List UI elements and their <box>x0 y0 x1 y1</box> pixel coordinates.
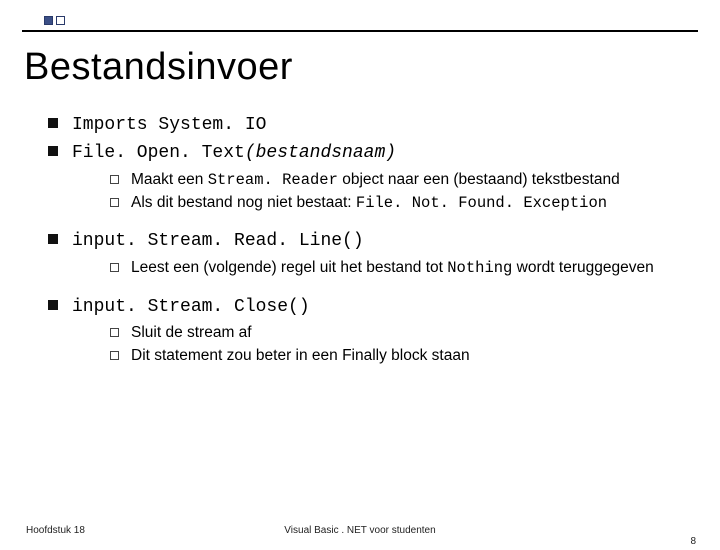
sub-bullet-text: Leest een (volgende) regel uit het besta… <box>131 258 682 279</box>
bullet-level2: Leest een (volgende) regel uit het besta… <box>110 258 682 279</box>
header-rule <box>22 10 698 32</box>
text-segment: Stream. Reader <box>208 171 338 189</box>
square-bullet-icon <box>48 300 58 310</box>
slide-title: Bestandsinvoer <box>24 46 696 89</box>
square-bullet-icon <box>48 118 58 128</box>
bullet-text: input. Stream. Read. Line() <box>72 227 682 253</box>
bullet-level2: Maakt een Stream. Reader object naar een… <box>110 170 682 191</box>
text-segment: wordt teruggegeven <box>512 259 653 276</box>
footer: Hoofdstuk 18 Visual Basic . NET voor stu… <box>0 525 720 536</box>
bullet-level1: Imports System. IO <box>48 111 682 137</box>
text-segment: Maakt een <box>131 171 208 188</box>
text-segment: (bestandsnaam) <box>245 143 396 163</box>
header-square-filled-icon <box>44 16 53 25</box>
bullet-level1: input. Stream. Read. Line() <box>48 227 682 253</box>
bullet-level2: Dit statement zou beter in een Finally b… <box>110 346 682 367</box>
footer-left: Hoofdstuk 18 <box>26 525 85 536</box>
bullet-text: input. Stream. Close() <box>72 293 682 319</box>
sub-bullet-text: Maakt een Stream. Reader object naar een… <box>131 170 682 191</box>
sub-bullet-group: Leest een (volgende) regel uit het besta… <box>110 258 682 279</box>
footer-center: Visual Basic . NET voor studenten <box>0 525 720 536</box>
hollow-square-bullet-icon <box>110 263 119 272</box>
square-bullet-icon <box>48 146 58 156</box>
sub-bullet-group: Maakt een Stream. Reader object naar een… <box>110 170 682 214</box>
text-segment: Nothing <box>447 259 512 277</box>
text-segment: File. Not. Found. Exception <box>356 194 607 212</box>
footer-page-number: 8 <box>690 536 696 547</box>
square-bullet-icon <box>48 234 58 244</box>
sub-bullet-text: Dit statement zou beter in een Finally b… <box>131 346 682 367</box>
bullet-level2: Als dit bestand nog niet bestaat: File. … <box>110 193 682 214</box>
text-segment: Imports System. IO <box>72 115 266 135</box>
text-segment: File. Open. Text <box>72 143 245 163</box>
hollow-square-bullet-icon <box>110 198 119 207</box>
text-segment: Als dit bestand nog niet bestaat: <box>131 194 356 211</box>
bullet-level2: Sluit de stream af <box>110 323 682 344</box>
text-segment: Leest een (volgende) regel uit het besta… <box>131 259 447 276</box>
text-segment: input. Stream. Read. Line() <box>72 231 364 251</box>
sub-bullet-text: Als dit bestand nog niet bestaat: File. … <box>131 193 682 214</box>
sub-bullet-text: Sluit de stream af <box>131 323 682 344</box>
bullet-level1: File. Open. Text(bestandsnaam) <box>48 139 682 165</box>
header-square-open-icon <box>56 16 65 25</box>
hollow-square-bullet-icon <box>110 175 119 184</box>
slide-body: Imports System. IO File. Open. Text(besta… <box>48 111 682 367</box>
hollow-square-bullet-icon <box>110 328 119 337</box>
sub-bullet-group: Sluit de stream af Dit statement zou bete… <box>110 323 682 367</box>
text-segment: Sluit de stream af <box>131 324 252 341</box>
bullet-text: Imports System. IO <box>72 111 682 137</box>
bullet-text: File. Open. Text(bestandsnaam) <box>72 139 682 165</box>
bullet-level1: input. Stream. Close() <box>48 293 682 319</box>
text-segment: input. Stream. Close() <box>72 297 310 317</box>
text-segment: Dit statement zou beter in een Finally b… <box>131 347 470 364</box>
text-segment: object naar een (bestaand) tekstbestand <box>338 171 620 188</box>
hollow-square-bullet-icon <box>110 351 119 360</box>
